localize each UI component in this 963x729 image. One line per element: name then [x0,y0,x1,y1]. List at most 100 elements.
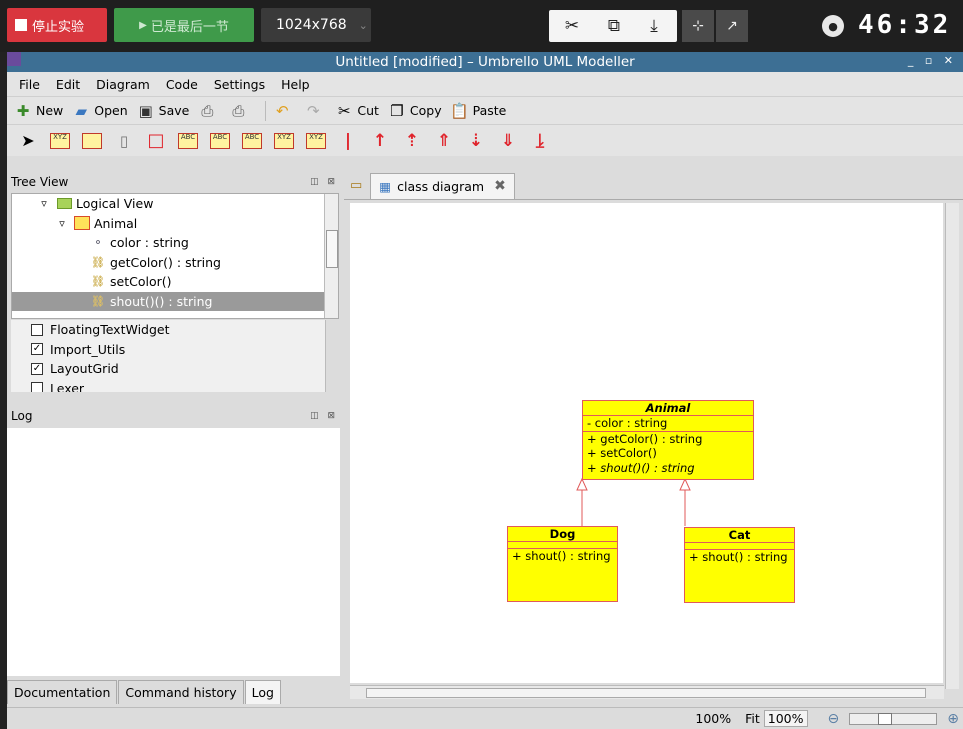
cut-button[interactable]: ✂ Cut [334,101,379,121]
tree-item-label: Logical View [76,196,154,212]
tree-item-operation[interactable]: ⛓ getColor() : string [12,253,338,273]
tab-documentation[interactable]: Documentation [7,680,118,704]
checkbox-unchecked[interactable] [31,382,43,392]
package-icon: XYZ [274,132,294,149]
exit-fullscreen-button[interactable]: ⊹ [682,10,714,42]
canvas-horizontal-scrollbar[interactable] [350,685,944,699]
check-item[interactable]: FloatingTextWidget [11,320,339,340]
diagram-area: ▭ ▦ class diagram ✖ Animal - color : str… [344,172,963,707]
operation: + shout() : string [689,550,788,564]
aggregation-tool[interactable]: ⇣ [463,129,489,153]
last-section-button[interactable]: ▶ 已是最后一节 [114,8,254,42]
collapse-icon[interactable]: ▿ [54,216,70,230]
log-panel[interactable] [7,428,340,676]
dock-buttons[interactable]: ◫ ⊠ [310,177,338,187]
new-diagram-icon[interactable]: ▭ [350,178,362,193]
class-operations: + shout() : string [685,550,794,565]
print-preview-button[interactable]: ⎙ [228,101,251,121]
dependency-tool[interactable]: ⇡ [399,129,425,153]
menu-settings[interactable]: Settings [214,77,265,92]
checkbox-checked[interactable]: ✓ [31,343,43,356]
menu-diagram[interactable]: Diagram [96,77,150,92]
tree-item-logical-view[interactable]: ▿ Logical View [12,194,338,214]
class-tool[interactable]: XYZ [47,129,73,153]
class-animal[interactable]: Animal - color : string + getColor() : s… [582,400,754,480]
dock-buttons[interactable]: ◫ ⊠ [310,411,338,421]
note-tool[interactable]: ▯ [111,129,137,153]
tree-item-operation[interactable]: ⛓ setColor() [12,272,338,292]
undo-icon: ↶ [276,101,289,120]
copy-label: Copy [409,103,442,118]
zoom-in-icon[interactable]: ⊕ [947,711,959,727]
exit-fullscreen-icon: ⊹ [692,18,704,34]
diagram-canvas[interactable]: Animal - color : string + getColor() : s… [350,203,943,683]
tree-item-operation-selected[interactable]: ⛓ shout()() : string [12,291,338,311]
entity-tool[interactable]: ABC [239,129,265,153]
class-attributes: - color : string [583,416,753,432]
save-button[interactable]: ▣ Save [136,101,190,121]
class-dog[interactable]: Dog + shout() : string [507,526,618,602]
composition-tool[interactable]: ⇓ [495,129,521,153]
interface-tool[interactable] [79,129,105,153]
eye-icon[interactable]: ● [822,15,844,37]
zoom-level: 100% [695,711,732,726]
fit-button[interactable]: Fit [745,711,760,726]
tab-class-diagram[interactable]: ▦ class diagram ✖ [370,172,515,199]
copy-button[interactable]: ❐ Copy [387,101,442,121]
tab-log[interactable]: Log [244,680,281,704]
tab-command-history[interactable]: Command history [118,680,244,704]
select-tool[interactable]: ➤ [15,129,41,153]
class-cat[interactable]: Cat + shout() : string [684,527,795,603]
close-icon[interactable]: ✖ [494,178,506,194]
checklist-scrollbar[interactable] [325,320,339,392]
print-button[interactable]: ⎙ [197,101,220,121]
zoom-slider[interactable] [849,712,938,725]
scissors-icon[interactable]: ✂ [557,12,587,40]
tree-item-attribute[interactable]: ⚬ color : string [12,233,338,253]
slider-knob[interactable] [878,712,893,725]
download-icon[interactable]: ⤓ [639,12,669,40]
open-button[interactable]: ▰ Open [71,101,127,121]
menu-edit[interactable]: Edit [56,77,80,92]
zoom-100-button[interactable]: 100% [763,710,808,727]
new-button[interactable]: ✚ New [13,101,64,121]
menu-help[interactable]: Help [281,77,310,92]
collapse-icon[interactable]: ▿ [36,197,52,211]
containment-tool[interactable]: ⥕ [527,129,553,153]
check-item[interactable]: ✓ Import_Utils [11,340,339,360]
window-controls[interactable]: _ ▫ ✕ [908,54,957,67]
check-label: FloatingTextWidget [50,322,170,338]
menu-file[interactable]: File [19,77,40,92]
redo-button[interactable]: ↷ [303,101,326,121]
tree-scrollbar[interactable] [324,194,338,318]
checkbox-checked[interactable]: ✓ [31,362,43,375]
resolution-select[interactable]: 1024x768 ⌄ [261,8,371,42]
scroll-thumb[interactable] [326,230,338,268]
popout-button[interactable]: ↗ [716,10,748,42]
checkbox-unchecked[interactable] [31,323,43,336]
check-item[interactable]: ✓ LayoutGrid [11,359,339,379]
component-tool[interactable]: XYZ [303,129,329,153]
screen-share-icon[interactable]: ⧉ [599,12,629,40]
generalization-tool[interactable]: ⇑ [431,129,457,153]
undo-button[interactable]: ↶ [272,101,295,121]
datatype-tool[interactable]: ABC [175,129,201,153]
paste-icon: 📋 [450,101,469,120]
line-tool[interactable]: | [335,129,361,153]
canvas-vertical-scrollbar[interactable] [945,203,959,689]
stop-experiment-button[interactable]: 停止实验 [7,8,107,42]
package-tool[interactable]: XYZ [271,129,297,153]
box-tool[interactable]: □ [143,129,169,153]
enum-tool[interactable]: ABC [207,129,233,153]
association-tool[interactable]: ↑ [367,129,393,153]
left-dock: Tree View ◫ ⊠ ▿ Logical View ▿ Animal ⚬ … [7,172,342,707]
tree-item-label: shout()() : string [110,293,213,309]
zoom-out-icon[interactable]: ⊖ [828,711,840,727]
scroll-thumb[interactable] [366,688,926,698]
component-icon: XYZ [306,132,326,149]
tree-item-animal[interactable]: ▿ Animal [12,214,338,234]
check-item[interactable]: Lexer [11,379,339,392]
menu-code[interactable]: Code [166,77,198,92]
paste-button[interactable]: 📋 Paste [450,101,506,121]
app-window: Untitled [modified] – Umbrello UML Model… [7,52,963,729]
